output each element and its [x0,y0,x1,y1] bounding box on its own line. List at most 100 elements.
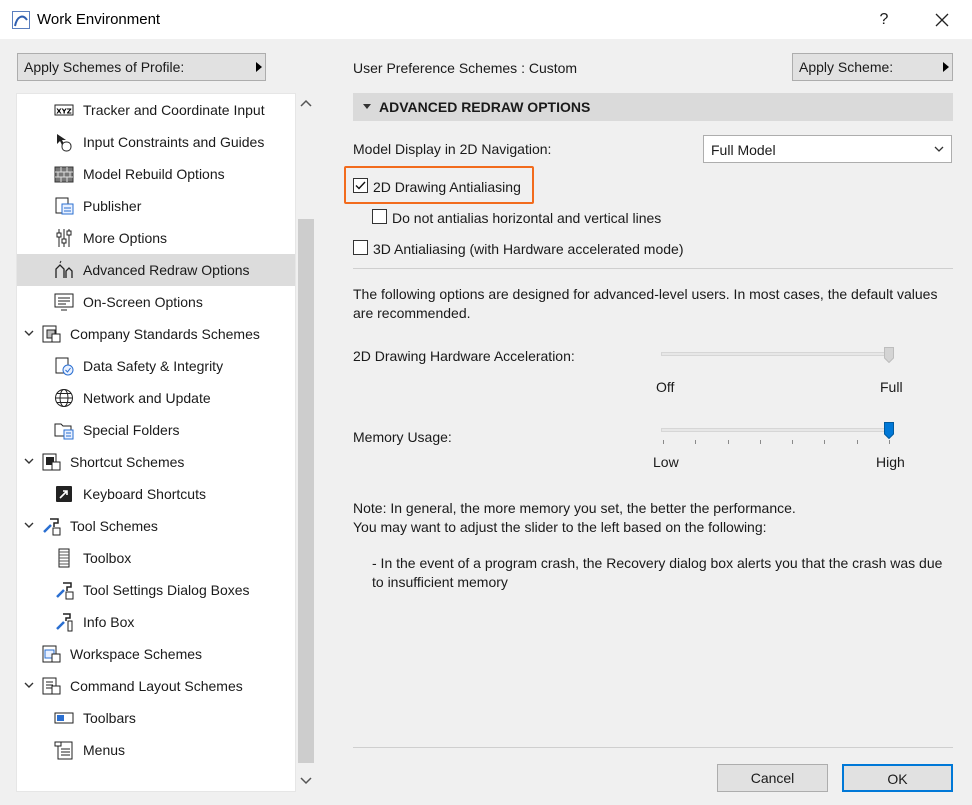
workspace-schemes-icon [42,645,61,663]
tree-item-on-screen-options[interactable]: On-Screen Options [17,286,295,318]
section-header[interactable]: ADVANCED REDRAW OPTIONS [353,93,953,121]
tree-item-label: Keyboard Shortcuts [83,486,206,502]
tree-item-label: Special Folders [83,422,180,438]
hw-acceleration-min-label: Off [656,379,675,395]
tree-item-label: Info Box [83,614,135,630]
hw-acceleration-slider-thumb[interactable] [884,347,894,363]
tree-item-data-safety-integrity[interactable]: Data Safety & Integrity [17,350,295,382]
chevron-right-icon[interactable] [24,648,34,658]
tree-item-label: Toolbox [83,550,132,566]
apply-schemes-of-profile-label: Apply Schemes of Profile: [24,59,185,75]
menus-icon [54,741,73,760]
mouse-pointer-icon [57,134,72,152]
tree-item-advanced-redraw-options[interactable]: Advanced Redraw Options [17,254,295,286]
tree-item-keyboard-shortcuts[interactable]: Keyboard Shortcuts [17,478,295,510]
tree-item-publisher[interactable]: Publisher [17,190,295,222]
no-antialias-lines-checkbox[interactable] [372,209,387,224]
memory-slider-tick [889,440,890,444]
tree-item-tracker-and-coordinate-input[interactable]: XYZ Tracker and Coordinate Input [17,94,295,126]
globe-icon [55,389,73,407]
apply-schemes-of-profile-button[interactable]: Apply Schemes of Profile: [17,53,266,81]
apply-scheme-label: Apply Scheme: [799,59,894,75]
close-icon[interactable] [928,6,956,34]
tree-item-model-rebuild-options[interactable]: Model Rebuild Options [17,158,295,190]
tree-item-special-folders[interactable]: Special Folders [17,414,295,446]
memory-usage-max-label: High [876,454,905,470]
xyz-icon: XYZ [54,104,74,116]
tree-item-label: Tool Schemes [70,518,158,534]
keyboard-shortcut-icon [56,486,72,502]
svg-text:XYZ: XYZ [56,108,72,116]
model-display-label: Model Display in 2D Navigation: [353,141,552,157]
chevron-down-icon[interactable] [24,680,34,690]
cancel-button[interactable]: Cancel [717,764,828,792]
model-display-select[interactable]: Full Model [703,135,952,163]
archicad-logo-icon [12,11,30,29]
tree-item-menus[interactable]: Menus [17,734,295,766]
help-button[interactable]: ? [872,8,896,32]
memory-slider-tick [663,440,664,444]
tree-item-tool-schemes[interactable]: Tool Schemes [17,510,295,542]
memory-usage-label: Memory Usage: [353,429,452,445]
tree-item-toolbars[interactable]: Toolbars [17,702,295,734]
note-line-2: You may want to adjust the slider to the… [353,519,767,535]
tool-settings-icon [56,582,74,600]
advanced-note: The following options are designed for a… [353,286,938,321]
tree-item-workspace-schemes[interactable]: Workspace Schemes [17,638,295,670]
tree-item-company-standards-schemes[interactable]: Company Standards Schemes [17,318,295,350]
tree-item-label: Data Safety & Integrity [83,358,224,374]
tree-item-command-layout-schemes[interactable]: Command Layout Schemes [17,670,295,702]
2d-antialiasing-label[interactable]: 2D Drawing Antialiasing [373,179,521,195]
tree-item-label: Model Rebuild Options [83,166,225,182]
scroll-down-icon[interactable] [299,775,313,787]
model-display-value: Full Model [711,142,776,158]
info-box-icon [56,613,73,632]
tree-item-shortcut-schemes[interactable]: Shortcut Schemes [17,446,295,478]
footer-divider [353,747,953,748]
hw-acceleration-slider[interactable] [661,352,894,356]
tree-item-network-and-update[interactable]: Network and Update [17,382,295,414]
tree-item-input-constraints-and-guides[interactable]: Input Constraints and Guides [17,126,295,158]
tree-item-label: Toolbars [83,710,136,726]
apply-scheme-button[interactable]: Apply Scheme: [792,53,953,81]
chevron-down-icon[interactable] [24,328,34,338]
hw-acceleration-label: 2D Drawing Hardware Acceleration: [353,348,575,364]
tree-item-label: Workspace Schemes [70,646,203,662]
tree-item-tool-settings-dialog-boxes[interactable]: Tool Settings Dialog Boxes [17,574,295,606]
divider [353,268,953,269]
scrollbar-thumb[interactable] [298,219,314,763]
note-bullet: - In the event of a program crash, the R… [372,555,943,590]
hw-acceleration-max-label: Full [880,379,903,395]
chevron-down-icon[interactable] [24,456,34,466]
tree-item-label: Tool Settings Dialog Boxes [83,582,250,598]
data-safety-icon [55,357,74,376]
arrow-right-icon [943,62,949,72]
memory-slider-tick [824,440,826,444]
folder-icon [54,423,74,440]
ok-button[interactable]: OK [842,764,953,792]
tree-item-label: Shortcut Schemes [70,454,185,470]
tree-item-info-box[interactable]: Info Box [17,606,295,638]
preferences-tree[interactable]: XYZ Tracker and Coordinate Input Input Con… [16,93,296,792]
3d-antialiasing-checkbox[interactable] [353,240,368,255]
sliders-icon [56,229,72,247]
checkmark-icon [355,181,366,190]
scroll-up-icon[interactable] [299,97,313,109]
memory-usage-min-label: Low [653,454,679,470]
toolbox-icon [58,548,70,568]
note-line-1: Note: In general, the more memory you se… [353,500,796,516]
tree-item-toolbox[interactable]: Toolbox [17,542,295,574]
memory-usage-slider[interactable] [661,428,894,432]
tool-schemes-icon [43,518,61,536]
memory-usage-slider-thumb[interactable] [884,422,894,439]
command-layout-icon [42,677,61,695]
window-title: Work Environment [37,11,161,28]
2d-antialiasing-checkbox[interactable] [353,178,368,193]
tree-item-more-options[interactable]: More Options [17,222,295,254]
tree-item-label: Menus [83,742,126,758]
tree-item-label: Command Layout Schemes [70,678,243,694]
3d-antialiasing-label[interactable]: 3D Antialiasing (with Hardware accelerat… [373,241,683,257]
no-antialias-lines-label[interactable]: Do not antialias horizontal and vertical… [392,210,661,226]
tree-item-label: Network and Update [83,390,211,406]
chevron-down-icon[interactable] [24,520,34,530]
